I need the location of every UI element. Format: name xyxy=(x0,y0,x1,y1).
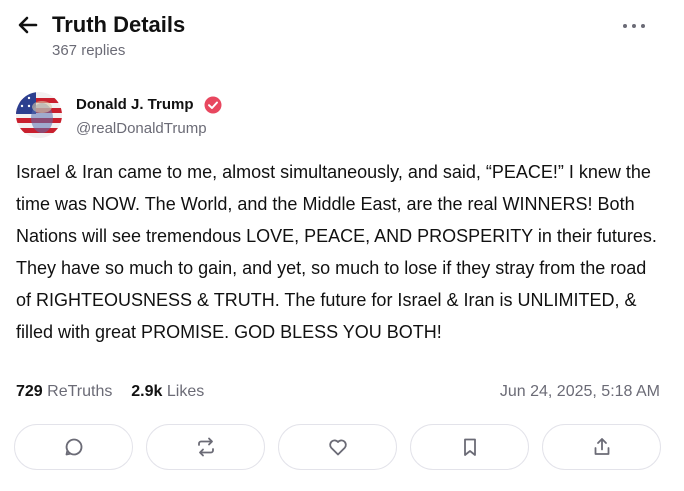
verified-badge-icon xyxy=(204,96,222,114)
post-timestamp: Jun 24, 2025, 5:18 AM xyxy=(499,383,660,400)
avatar[interactable] xyxy=(16,92,62,138)
share-icon xyxy=(594,438,609,455)
action-bar xyxy=(14,424,674,472)
likes-label: Likes xyxy=(166,383,205,400)
post-body: Israel & Iran came to me, almost simulta… xyxy=(16,162,657,342)
share-button[interactable] xyxy=(542,424,661,470)
reply-button[interactable] xyxy=(14,424,133,470)
retruth-button[interactable] xyxy=(146,424,265,470)
like-button[interactable] xyxy=(278,424,397,470)
likes-count: 2.9k xyxy=(131,383,163,400)
avatar-image xyxy=(16,92,62,138)
page-header: Truth Details 367 replies xyxy=(0,0,684,70)
bookmark-button[interactable] xyxy=(410,424,529,470)
retruths-label: ReTruths xyxy=(47,383,113,400)
author-handle[interactable]: @realDonaldTrump xyxy=(76,120,207,137)
retruths-count: 729 xyxy=(16,383,43,400)
page-title: Truth Details xyxy=(52,12,186,37)
retruths-stat[interactable]: 729 ReTruths xyxy=(16,383,112,400)
like-icon xyxy=(328,439,347,456)
more-options-button[interactable] xyxy=(622,18,648,34)
replies-count: 367 replies xyxy=(52,42,126,59)
author-name[interactable]: Donald J. Trump xyxy=(76,96,194,113)
more-dots-icon xyxy=(623,24,627,28)
reply-icon xyxy=(65,438,82,456)
bookmark-icon xyxy=(463,438,476,456)
back-button[interactable] xyxy=(16,12,42,38)
retruth-icon xyxy=(197,437,214,457)
arrow-left-icon xyxy=(18,16,38,34)
post-stats: 729 ReTruths 2.9k Likes xyxy=(16,383,204,401)
likes-stat[interactable]: 2.9k Likes xyxy=(131,383,204,400)
